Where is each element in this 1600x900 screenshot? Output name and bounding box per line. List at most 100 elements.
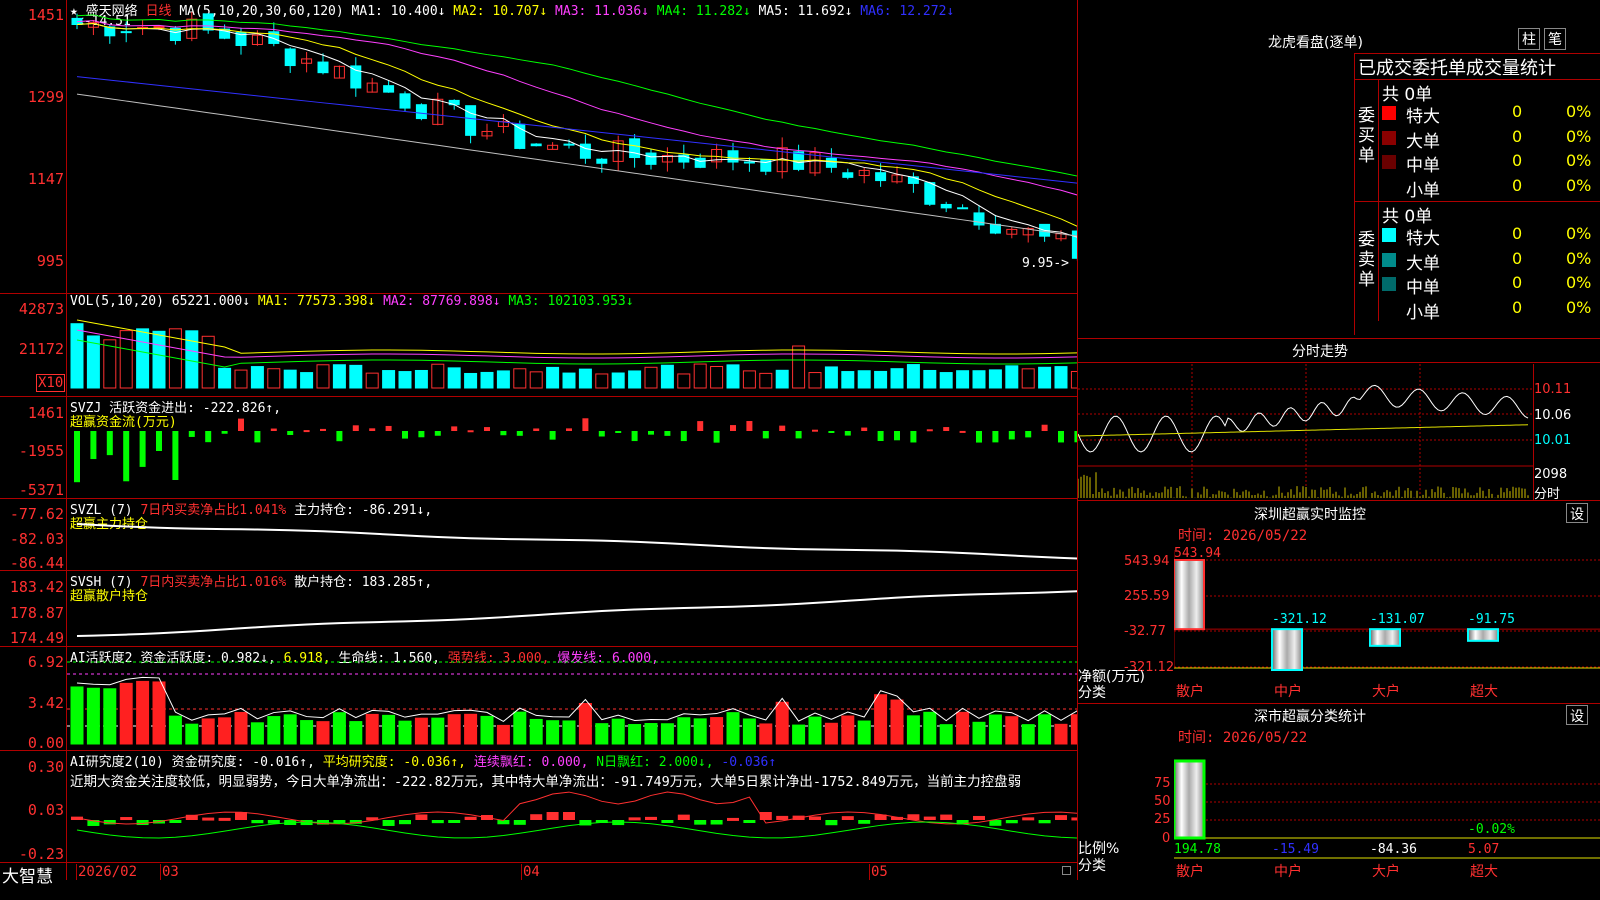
sell-order-row: 小单 0 0%: [1382, 297, 1600, 323]
flow-bar: [516, 431, 523, 436]
flow-bar: [484, 427, 490, 431]
fund-flow-chart[interactable]: [67, 397, 1077, 498]
activity-bar: [726, 712, 740, 745]
research-bar: [513, 820, 526, 825]
activity-bar: [956, 711, 970, 745]
flow-bar: [156, 431, 162, 452]
flow-bar: [828, 431, 835, 433]
ai2-comment: 近期大资金关注度较低，明显弱势，今日大单净流出：-222.82万元，其中特大单净…: [70, 774, 1022, 790]
main-holding-chart[interactable]: [67, 499, 1077, 570]
order-percent: 0%: [1566, 297, 1592, 317]
candle: [875, 172, 887, 182]
main-y-tick: 1451: [27, 6, 64, 24]
research-bar: [661, 820, 674, 823]
monitor-bar: [1467, 628, 1499, 642]
ai2-t3: 连续飘红: 0.000,: [473, 755, 589, 770]
flow-bar: [221, 431, 228, 434]
activity-bar: [1005, 716, 1019, 745]
volume-bar: [611, 372, 625, 389]
ai2-y-tick: 0.03: [27, 801, 64, 819]
candlestick-chart[interactable]: [67, 12, 1077, 292]
category-label: 散户: [1176, 683, 1204, 699]
flow-bar: [779, 425, 786, 431]
volume-chart[interactable]: [67, 310, 1077, 396]
activity-bar: [513, 711, 527, 745]
activity-bar: [316, 721, 330, 745]
activity-chart[interactable]: [67, 647, 1077, 750]
flow-bar: [648, 431, 654, 435]
research-bar: [448, 820, 461, 823]
volume-bar: [693, 363, 707, 389]
volume-bar: [939, 372, 953, 389]
candle: [399, 93, 411, 109]
flow-bar: [352, 425, 359, 431]
retail-holding-chart[interactable]: [67, 571, 1077, 646]
ma-line: [76, 93, 1077, 237]
order-size-label: 小单: [1406, 302, 1440, 323]
order-volume: 0: [1512, 297, 1523, 317]
flow-bar: [1058, 431, 1064, 443]
flow-bar: [631, 431, 638, 442]
volume-bar: [316, 364, 330, 389]
research-bar: [1005, 820, 1018, 824]
volume-bar: [1005, 365, 1019, 389]
intraday-chart[interactable]: [1078, 364, 1534, 500]
research-bar: [563, 812, 575, 820]
column-view-button[interactable]: 柱: [1518, 28, 1540, 50]
research-chart[interactable]: [67, 790, 1077, 862]
classify-bar-chart[interactable]: 194.78 散户 -15.49 中户 -84.36 大户 5.07 超大 -0.02%: [1174, 745, 1600, 900]
activity-bar: [792, 724, 806, 745]
flow-bar: [123, 431, 130, 482]
volume-bar: [218, 367, 232, 389]
monitor-bar: [1369, 628, 1401, 647]
volume-bar: [677, 373, 691, 389]
monitor-bar-chart[interactable]: 543.94 散户 -321.12 中户 -131.07 大户 -91.75 超大: [1174, 540, 1600, 700]
volume-bar: [414, 369, 428, 389]
volume-bar: [988, 369, 1002, 389]
ma-line: [76, 23, 1077, 227]
ai1-y-tick: 3.42: [27, 694, 64, 712]
flow-bar: [385, 425, 392, 431]
ai1-y-tick: 6.92: [27, 653, 64, 671]
volume-bar: [234, 369, 248, 389]
color-swatch: [1382, 130, 1396, 145]
main-chart-panel[interactable]: ★ 盛天网络 日线 MA(5,10,20,30,60,120) MA1: 10.…: [0, 0, 1078, 887]
flow-bar: [303, 430, 310, 433]
flow-bar: [1008, 431, 1015, 440]
activity-bar: [1054, 723, 1068, 745]
buy-order-row: 中单 0 0%: [1382, 151, 1600, 176]
buy-order-row: 大单 0 0%: [1382, 127, 1600, 152]
research-bar: [973, 815, 985, 820]
classify-settings-button[interactable]: 设: [1566, 705, 1588, 725]
flow-bar: [762, 431, 769, 439]
volume-bar: [250, 366, 264, 389]
ai2-t5: -0.036↑: [721, 755, 777, 770]
monitor-settings-button[interactable]: 设: [1566, 503, 1588, 523]
research-bar: [251, 820, 264, 824]
order-size-label: 中单: [1406, 156, 1440, 176]
volume-bar: [890, 368, 904, 389]
lock-icon[interactable]: [1062, 866, 1071, 875]
color-swatch: [1382, 277, 1396, 291]
volume-bar: [152, 330, 166, 389]
ai2-y-tick: -0.23: [18, 845, 64, 863]
activity-bar: [759, 723, 773, 745]
flow-bar: [1041, 424, 1048, 431]
flow-bar: [467, 430, 474, 433]
classify-time: 时间: 2026/05/22: [1178, 730, 1308, 746]
brand-label[interactable]: 大智慧: [2, 862, 53, 887]
monitor-y-tick: 255.59: [1124, 589, 1170, 604]
monitor-value: -91.75: [1468, 612, 1515, 627]
main-y-tick: 1147: [27, 170, 64, 188]
svzj-y-tick: 1461: [27, 404, 64, 422]
tick-view-button[interactable]: 笔: [1544, 28, 1566, 50]
ai2-t2: 平均研究度: -0.036↑,: [322, 755, 467, 770]
ai2-title: AI研究度2(10): [70, 755, 164, 770]
flow-bar: [844, 431, 851, 436]
activity-bar: [841, 715, 855, 745]
candle: [727, 150, 739, 163]
research-bar: [677, 814, 690, 820]
monitor-y-tick: 543.94: [1124, 554, 1170, 569]
volume-bar: [1038, 366, 1052, 389]
volume-bar: [431, 363, 445, 389]
